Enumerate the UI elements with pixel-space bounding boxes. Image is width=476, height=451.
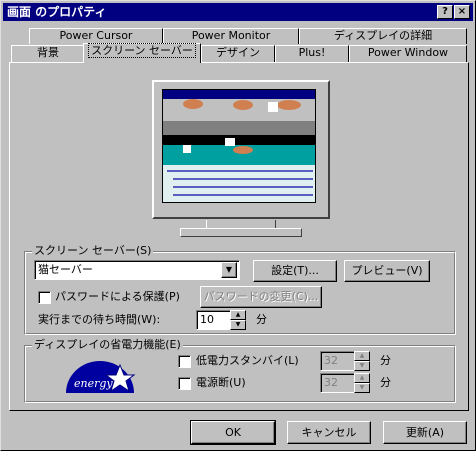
spin-up-icon[interactable]: ▲ bbox=[354, 373, 370, 383]
tab-background[interactable]: 背景 bbox=[11, 45, 85, 62]
wait-time-unit: 分 bbox=[256, 313, 267, 326]
power-off-input[interactable]: 32 bbox=[320, 373, 358, 393]
energy-star-logo: energy bbox=[62, 359, 138, 395]
monitor-base bbox=[180, 228, 302, 237]
window-title: 画面 のプロパティ bbox=[7, 5, 107, 19]
password-checkbox[interactable] bbox=[38, 291, 51, 304]
preview-button[interactable]: プレビュー(V) bbox=[344, 260, 430, 282]
spin-down-icon[interactable]: ▼ bbox=[230, 320, 246, 330]
password-label[interactable]: パスワードによる保護(P) bbox=[55, 290, 180, 304]
help-button[interactable]: ? bbox=[437, 5, 453, 19]
wait-time-input[interactable]: 10 bbox=[196, 310, 234, 330]
dropdown-arrow-icon[interactable]: ▼ bbox=[221, 262, 237, 278]
screensaver-selected-value: 猫セーバー bbox=[38, 263, 93, 276]
power-off-unit: 分 bbox=[380, 376, 391, 389]
standby-input[interactable]: 32 bbox=[320, 351, 358, 371]
wait-time-value: 10 bbox=[200, 313, 214, 326]
spin-down-icon[interactable]: ▼ bbox=[354, 361, 370, 371]
wait-time-label: 実行までの待ち時間(W): bbox=[38, 313, 161, 326]
title-bar[interactable]: 画面 のプロパティ ? × bbox=[3, 3, 473, 21]
tab-power-monitor[interactable]: Power Monitor bbox=[163, 28, 299, 44]
standby-value: 32 bbox=[324, 354, 338, 367]
standby-checkbox[interactable] bbox=[178, 355, 191, 368]
tab-screensaver[interactable]: スクリーン セーバー bbox=[83, 43, 201, 63]
tab-plus[interactable]: Plus! bbox=[275, 45, 349, 62]
tab-power-cursor[interactable]: Power Cursor bbox=[29, 28, 163, 44]
screensaver-group-label: スクリーン セーバー(S) bbox=[32, 244, 154, 257]
spin-down-icon[interactable]: ▼ bbox=[354, 383, 370, 393]
power-off-value: 32 bbox=[324, 376, 338, 389]
screensaver-select[interactable]: 猫セーバー ▼ bbox=[34, 260, 240, 280]
preview-screen bbox=[162, 89, 316, 203]
settings-button[interactable]: 設定(T)... bbox=[253, 260, 337, 282]
power-off-checkbox[interactable] bbox=[178, 377, 191, 390]
monitor-preview bbox=[152, 80, 330, 219]
standby-label[interactable]: 低電力スタンバイ(L) bbox=[196, 354, 299, 368]
cancel-button[interactable]: キャンセル bbox=[287, 421, 371, 444]
properties-dialog: 画面 のプロパティ ? × Power Cursor Power Monitor… bbox=[0, 0, 476, 451]
tab-power-window[interactable]: Power Window bbox=[349, 45, 467, 62]
spin-up-icon[interactable]: ▲ bbox=[230, 310, 246, 320]
close-button[interactable]: × bbox=[454, 5, 470, 19]
tab-design[interactable]: デザイン bbox=[201, 45, 275, 62]
power-off-label[interactable]: 電源断(U) bbox=[196, 376, 246, 390]
apply-button[interactable]: 更新(A) bbox=[383, 421, 467, 444]
spin-up-icon[interactable]: ▲ bbox=[354, 351, 370, 361]
ok-button[interactable]: OK bbox=[190, 420, 276, 445]
power-group-label: ディスプレイの省電力機能(E) bbox=[32, 338, 183, 351]
change-password-button[interactable]: パスワードの変更(C)... bbox=[200, 286, 322, 308]
standby-unit: 分 bbox=[380, 354, 391, 367]
screensaver-panel: スクリーン セーバー(S) 猫セーバー ▼ 設定(T)... プレビュー(V) … bbox=[9, 62, 469, 411]
preview-screenshot-image bbox=[163, 90, 315, 202]
svg-text:energy: energy bbox=[74, 377, 113, 390]
tab-display-details[interactable]: ディスプレイの詳細 bbox=[299, 28, 467, 44]
